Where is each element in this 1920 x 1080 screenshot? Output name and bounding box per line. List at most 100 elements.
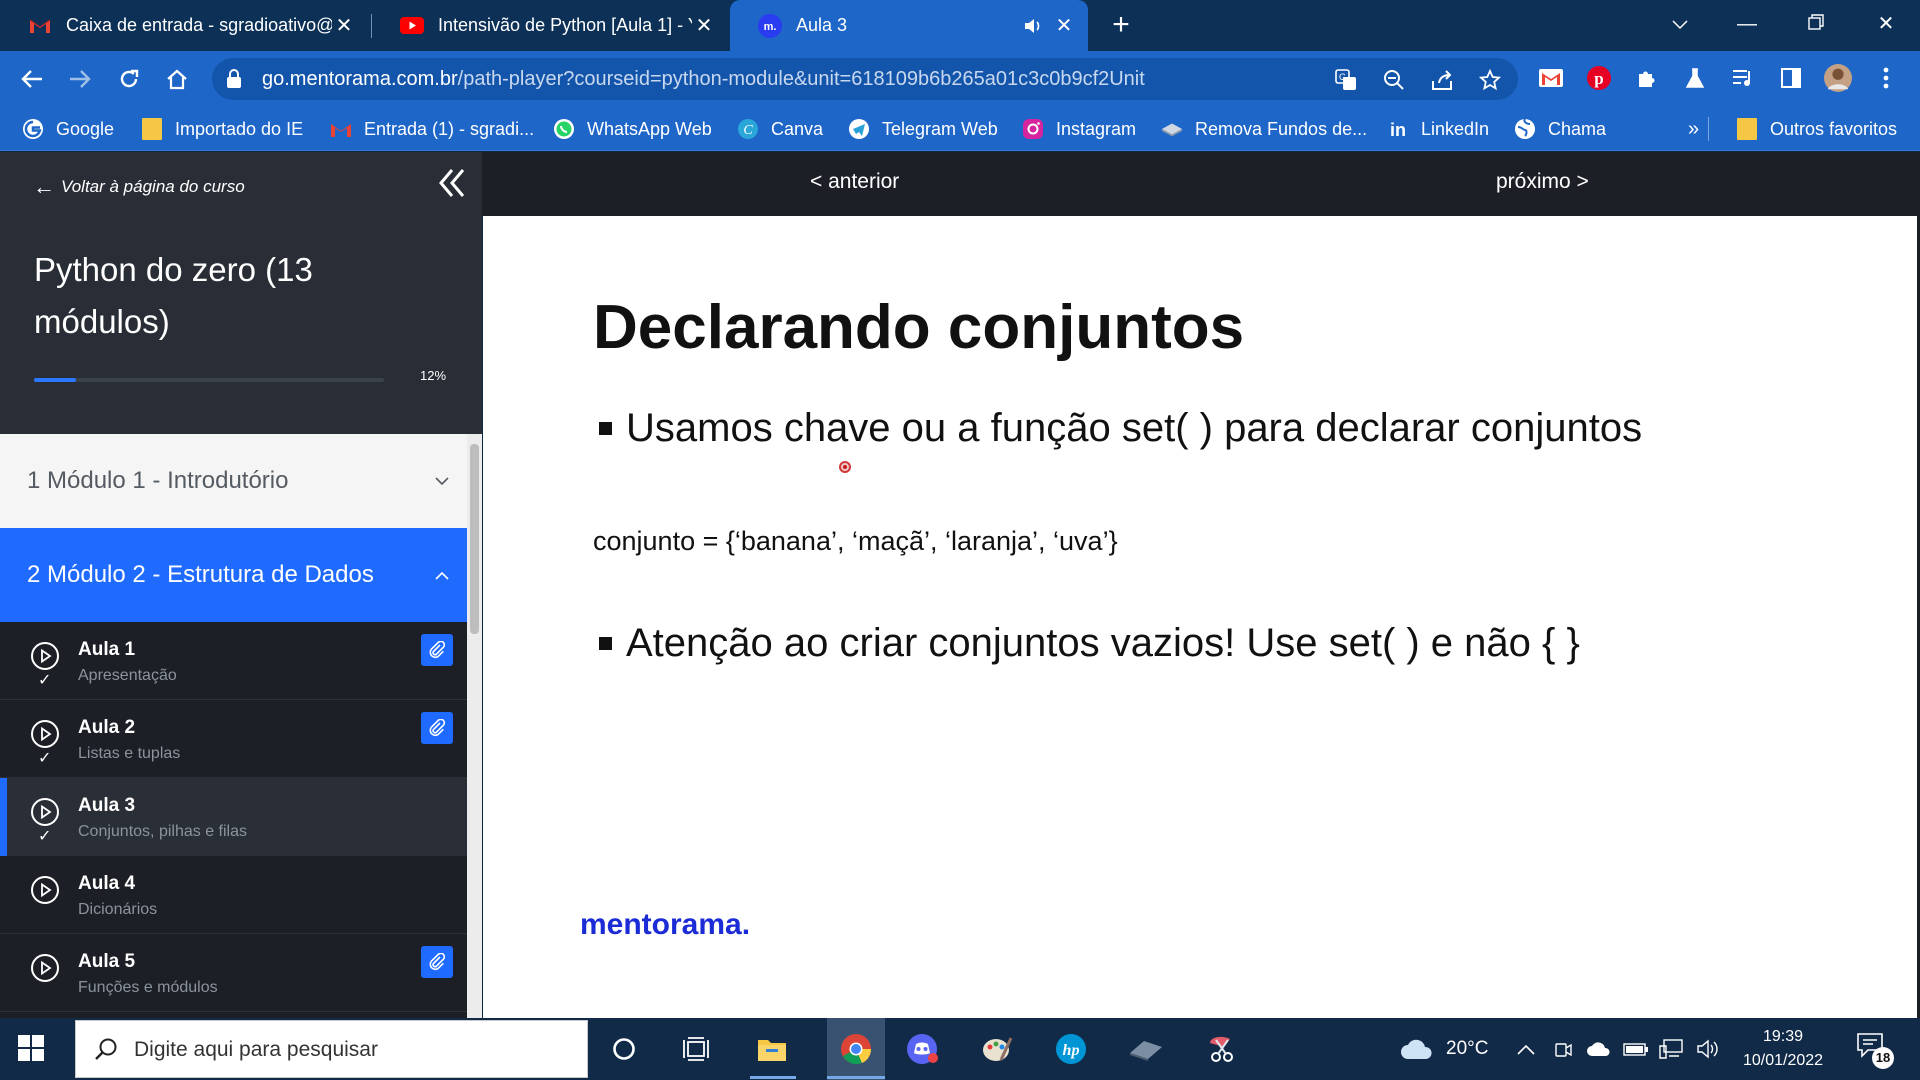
new-tab-button[interactable]: + bbox=[1105, 10, 1137, 42]
tab-gmail[interactable]: Caixa de entrada - sgradioativo@ ✕ bbox=[0, 0, 368, 51]
collapse-sidebar-icon[interactable] bbox=[438, 168, 466, 202]
taskbar-search-box[interactable]: Digite aqui para pesquisar bbox=[75, 1020, 588, 1078]
course-progress-fill bbox=[34, 378, 76, 382]
bookmark-chama[interactable]: Chama bbox=[1514, 107, 1606, 151]
bookmark-outros-favoritos[interactable]: Outros favoritos bbox=[1736, 107, 1897, 151]
volume-icon[interactable] bbox=[1696, 1018, 1720, 1080]
back-button[interactable] bbox=[16, 63, 48, 95]
bookmark-remove-bg[interactable]: Remova Fundos de... bbox=[1161, 107, 1367, 151]
bookmark-linkedin[interactable]: in LinkedIn bbox=[1387, 107, 1489, 151]
play-circle-icon bbox=[31, 954, 59, 982]
back-to-course-link[interactable]: ← Voltar à página do curso bbox=[33, 174, 245, 200]
onedrive-icon[interactable] bbox=[1586, 1018, 1612, 1080]
chrome-icon[interactable] bbox=[827, 1018, 885, 1080]
file-explorer-icon[interactable] bbox=[751, 1029, 793, 1069]
clock-date: 10/01/2022 bbox=[1742, 1052, 1824, 1069]
play-circle-icon bbox=[31, 798, 59, 826]
address-bar[interactable]: go.mentorama.com.br/path-player?courseid… bbox=[212, 58, 1518, 100]
slide-code-example: conjunto = {‘banana’, ‘maçã’, ‘laranja’,… bbox=[593, 526, 1118, 556]
bookmark-importado-do-ie[interactable]: Importado do IE bbox=[141, 107, 303, 151]
tab-youtube[interactable]: Intensivão de Python [Aula 1] - Yo ✕ bbox=[372, 0, 728, 51]
share-icon[interactable] bbox=[1430, 68, 1454, 92]
profile-avatar[interactable] bbox=[1824, 64, 1852, 92]
sidebar-scrollbar[interactable] bbox=[467, 434, 482, 1018]
module-label: 1 Módulo 1 - Introdutório bbox=[27, 467, 289, 494]
battery-icon[interactable] bbox=[1623, 1018, 1649, 1080]
attachment-icon[interactable] bbox=[421, 634, 453, 666]
browser-toolbar: go.mentorama.com.br/path-player?courseid… bbox=[0, 51, 1920, 107]
hp-icon[interactable]: hp bbox=[1050, 1029, 1092, 1069]
restore-button[interactable] bbox=[1796, 8, 1836, 40]
lesson-item-aula-2[interactable]: ✓ Aula 2 Listas e tuplas bbox=[0, 700, 467, 778]
paint-icon[interactable] bbox=[976, 1029, 1018, 1069]
cortana-icon[interactable] bbox=[603, 1029, 645, 1069]
tab-aula-3[interactable]: m. Aula 3 ✕ bbox=[730, 0, 1088, 51]
arrow-left-icon: ← bbox=[33, 174, 55, 199]
translate-icon[interactable]: G bbox=[1334, 68, 1358, 92]
laser-pointer-icon bbox=[839, 461, 851, 473]
media-queue-icon[interactable] bbox=[1729, 64, 1757, 92]
menu-icon[interactable] bbox=[1872, 64, 1900, 92]
module-2-accordion[interactable]: 2 Módulo 2 - Estrutura de Dados bbox=[0, 528, 467, 622]
bookmark-canva[interactable]: C Canva bbox=[737, 107, 823, 151]
attachment-icon[interactable] bbox=[421, 946, 453, 978]
pinterest-icon[interactable]: p bbox=[1585, 64, 1613, 92]
close-window-button[interactable]: ✕ bbox=[1866, 8, 1906, 40]
discord-icon[interactable] bbox=[902, 1029, 944, 1069]
previous-lesson-button[interactable]: < anterior bbox=[810, 170, 899, 194]
bookmark-google[interactable]: Google bbox=[22, 107, 114, 151]
gmail-extension-icon[interactable] bbox=[1537, 64, 1565, 92]
bookmark-whatsapp[interactable]: WhatsApp Web bbox=[553, 107, 712, 151]
bookmark-label: WhatsApp Web bbox=[587, 118, 712, 139]
scanner-icon[interactable] bbox=[1125, 1029, 1167, 1069]
extensions-icon[interactable] bbox=[1633, 64, 1661, 92]
speaker-icon[interactable] bbox=[1024, 18, 1042, 34]
linkedin-icon: in bbox=[1387, 118, 1409, 140]
minimize-button[interactable]: — bbox=[1727, 8, 1767, 40]
forward-button[interactable] bbox=[64, 63, 96, 95]
taskbar-clock[interactable]: 19:39 10/01/2022 bbox=[1728, 1025, 1838, 1073]
labs-flask-icon[interactable] bbox=[1681, 64, 1709, 92]
chevron-down-icon bbox=[435, 470, 449, 491]
slide-bullet: Atenção ao criar conjuntos vazios! Use s… bbox=[593, 621, 1580, 666]
network-icon[interactable] bbox=[1659, 1018, 1685, 1080]
home-button[interactable] bbox=[161, 63, 193, 95]
lesson-item-aula-4[interactable]: Aula 4 Dicionários bbox=[0, 856, 467, 934]
folder-icon bbox=[1736, 118, 1758, 140]
lock-icon[interactable] bbox=[226, 69, 242, 94]
lesson-item-aula-1[interactable]: ✓ Aula 1 Apresentação bbox=[0, 622, 467, 700]
snip-sketch-icon[interactable] bbox=[1201, 1029, 1243, 1069]
star-icon[interactable] bbox=[1478, 68, 1502, 92]
windows-start-icon[interactable] bbox=[18, 1035, 46, 1063]
chevron-up-icon bbox=[435, 564, 449, 585]
notifications-button[interactable]: 18 bbox=[1856, 1032, 1894, 1069]
lesson-item-aula-5[interactable]: Aula 5 Funções e módulos bbox=[0, 934, 467, 1012]
back-link-label: Voltar à página do curso bbox=[61, 177, 245, 196]
weather-widget[interactable]: 20°C bbox=[1400, 1018, 1488, 1080]
gmail-icon bbox=[28, 14, 52, 38]
next-lesson-button[interactable]: próximo > bbox=[1496, 170, 1589, 194]
whatsapp-icon bbox=[553, 118, 575, 140]
bookmark-label: LinkedIn bbox=[1421, 118, 1490, 139]
close-icon[interactable]: ✕ bbox=[332, 14, 356, 38]
reload-button[interactable] bbox=[113, 63, 145, 95]
module-1-accordion[interactable]: 1 Módulo 1 - Introdutório bbox=[0, 434, 467, 528]
scrollbar-thumb[interactable] bbox=[470, 444, 479, 634]
attachment-icon[interactable] bbox=[421, 712, 453, 744]
lesson-nav-bar: < anterior próximo > bbox=[482, 152, 1920, 216]
bookmark-instagram[interactable]: Instagram bbox=[1022, 107, 1136, 151]
close-icon[interactable]: ✕ bbox=[692, 14, 716, 38]
bookmark-telegram[interactable]: Telegram Web bbox=[848, 107, 998, 151]
lesson-subtitle: Apresentação bbox=[78, 667, 177, 684]
side-panel-icon[interactable] bbox=[1777, 64, 1805, 92]
task-view-icon[interactable] bbox=[675, 1029, 717, 1069]
close-icon[interactable]: ✕ bbox=[1052, 14, 1076, 38]
meet-now-icon[interactable] bbox=[1553, 1018, 1573, 1080]
bookmark-gmail[interactable]: Entrada (1) - sgradi... bbox=[330, 107, 534, 151]
play-circle-icon bbox=[31, 642, 59, 670]
lesson-item-aula-3[interactable]: ✓ Aula 3 Conjuntos, pilhas e filas bbox=[0, 778, 467, 856]
bookmarks-overflow-button[interactable]: » bbox=[1688, 107, 1699, 151]
tab-search-icon[interactable] bbox=[1660, 8, 1700, 40]
zoom-icon[interactable] bbox=[1382, 68, 1406, 92]
show-hidden-icons-icon[interactable] bbox=[1517, 1018, 1535, 1080]
